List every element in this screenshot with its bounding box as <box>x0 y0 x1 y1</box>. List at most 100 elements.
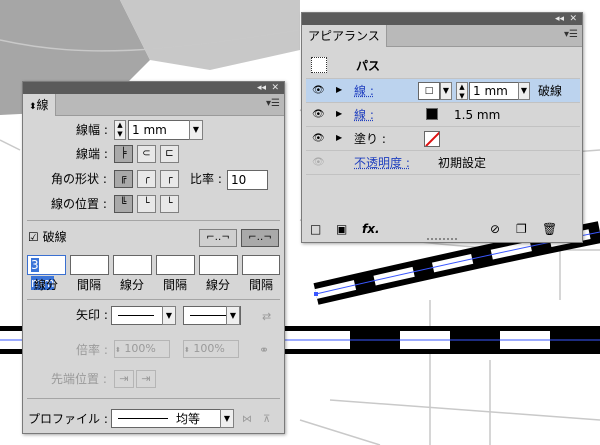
stroke-panel: ◂◂ ✕ ⬍線 ▾☰ 線幅 : ▲ ▼ 1 mm ▼ 線端 : ╞ ⊂ ⊏ 角の形… <box>22 81 285 434</box>
separator <box>27 398 280 399</box>
eye-icon[interactable]: 👁 <box>312 133 325 144</box>
projecting-cap-button[interactable]: ⊏ <box>160 145 179 163</box>
add-stroke-icon[interactable]: □ <box>310 221 321 237</box>
add-fill-icon[interactable]: ▣ <box>336 221 347 237</box>
appearance-header-row[interactable]: パス <box>306 53 580 79</box>
stroke-1-weight-stepper[interactable]: ▲ ▼ <box>456 82 468 100</box>
start-arrow-dropdown[interactable]: ▼ <box>162 306 176 325</box>
gap-label-2: 間隔 <box>163 278 188 292</box>
profile-select[interactable]: 均等 <box>111 409 231 428</box>
preserve-dash-button[interactable]: ⌐‥¬ <box>199 229 237 247</box>
eye-icon[interactable]: 👁 <box>312 109 325 120</box>
dash-label-3: 線分 <box>206 278 231 292</box>
limit-input[interactable]: 10 <box>227 170 268 190</box>
bevel-join-button[interactable]: ┌ <box>160 170 179 188</box>
separator <box>27 299 280 300</box>
profile-dropdown[interactable]: ▼ <box>220 409 234 428</box>
collapse-icon[interactable]: ◂◂ <box>555 13 564 25</box>
flip-vertical-icon[interactable]: ⊼ <box>263 412 270 428</box>
stroke-color-swatch[interactable]: □ <box>418 82 440 100</box>
start-scale-input[interactable]: ⬍ 100% <box>114 340 170 358</box>
opacity-value: 初期設定 <box>438 156 487 170</box>
link-scale-icon[interactable]: ⚭ <box>259 342 269 358</box>
tab-appearance[interactable]: アピアランス <box>302 25 387 47</box>
appearance-row-stroke-2[interactable]: 👁 ▶ 線 : 1.5 mm <box>306 103 580 127</box>
line-icon <box>118 315 154 316</box>
duplicate-item-icon[interactable]: ❐ <box>516 221 527 237</box>
gap-label-1: 間隔 <box>77 278 102 292</box>
stroke-1-label[interactable]: 線 : <box>354 83 374 99</box>
weight-stepper[interactable]: ▲ ▼ <box>114 120 126 140</box>
tab-arrows-icon: ⬍ <box>29 102 37 112</box>
align-dash-button[interactable]: ⌐‥¬ <box>241 229 279 247</box>
trash-icon[interactable]: 🗑 <box>542 221 557 237</box>
dash-field-2[interactable] <box>113 255 152 275</box>
end-arrow-dropdown[interactable]: ▼ <box>226 306 240 325</box>
stroke-panel-titlebar[interactable]: ◂◂ ✕ <box>23 82 284 94</box>
gap-field-1[interactable] <box>70 255 109 275</box>
anchor-point <box>314 292 318 296</box>
close-icon[interactable]: ✕ <box>271 82 279 94</box>
profile-value: 均等 <box>176 412 201 426</box>
align-center-button[interactable]: ╚ <box>114 195 133 213</box>
appearance-row-stroke-1[interactable]: 👁 ▶ 線 : □ ▼ ▲ ▼ 1 mm ▼ 破線 <box>306 79 580 103</box>
panel-menu-icon[interactable]: ▾☰ <box>564 29 578 40</box>
close-icon[interactable]: ✕ <box>569 13 577 25</box>
round-cap-button[interactable]: ⊂ <box>137 145 156 163</box>
tab-appearance-label: アピアランス <box>308 29 380 43</box>
stroke-1-weight-dropdown[interactable]: ▼ <box>518 82 530 100</box>
align-outside-button[interactable]: └ <box>160 195 179 213</box>
disclosure-triangle-icon[interactable]: ▶ <box>336 133 342 142</box>
gap-field-3[interactable] <box>242 255 280 275</box>
butt-cap-button[interactable]: ╞ <box>114 145 133 163</box>
arrow-tip-place-button[interactable]: ⇥ <box>136 370 156 388</box>
swap-arrows-icon[interactable]: ⇄ <box>262 309 271 325</box>
opacity-label[interactable]: 不透明度 : <box>354 155 410 171</box>
limit-label: 比率 : <box>190 172 222 186</box>
disclosure-triangle-icon[interactable]: ▶ <box>336 85 342 94</box>
stroke-2-color-swatch[interactable] <box>426 108 438 120</box>
dashed-checkbox[interactable]: ☑ 破線 <box>28 229 67 245</box>
stroke-2-label[interactable]: 線 : <box>354 107 374 123</box>
panel-menu-icon[interactable]: ▾☰ <box>266 98 280 109</box>
fill-label[interactable]: 塗り : <box>354 131 386 147</box>
tab-stroke[interactable]: ⬍線 <box>23 94 56 116</box>
weight-input[interactable]: 1 mm <box>128 120 194 140</box>
disclosure-triangle-icon[interactable]: ▶ <box>336 109 342 118</box>
stroke-color-dropdown[interactable]: ▼ <box>440 82 452 100</box>
weight-dropdown[interactable]: ▼ <box>189 120 203 140</box>
dash-label-1: 線分 <box>34 278 59 292</box>
none-slash-icon <box>425 132 439 146</box>
stroke-1-weight-input[interactable]: 1 mm <box>469 82 519 100</box>
eye-icon[interactable]: 👁 <box>312 157 325 168</box>
stepper-icon: ⬍ <box>115 346 121 354</box>
line-icon <box>118 418 168 419</box>
line-icon <box>190 315 226 316</box>
end-scale-input[interactable]: ⬍ 100% <box>183 340 239 358</box>
arrow-tip-extend-button[interactable]: ⇥ <box>114 370 134 388</box>
appearance-row-opacity[interactable]: 👁 不透明度 : 初期設定 <box>306 151 580 175</box>
weight-label: 線幅 : <box>76 123 108 137</box>
dash-field-3[interactable] <box>199 255 238 275</box>
align-inside-button[interactable]: └ <box>137 195 156 213</box>
collapse-icon[interactable]: ◂◂ <box>257 82 266 94</box>
appearance-panel-titlebar[interactable]: ◂◂ ✕ <box>302 13 582 25</box>
gap-field-2[interactable] <box>156 255 195 275</box>
fill-none-swatch[interactable] <box>424 131 440 147</box>
appearance-panel: ◂◂ ✕ アピアランス ▾☰ パス 👁 ▶ 線 : □ ▼ ▲ ▼ 1 mm ▼ … <box>301 12 583 243</box>
scale-label: 倍率 : <box>76 343 108 357</box>
profile-label: プロファイル : <box>28 412 108 426</box>
fx-menu-button[interactable]: fx. <box>362 221 380 237</box>
dash-field-1[interactable]: 3 mm <box>27 255 66 290</box>
stroke-panel-tabrow: ⬍線 ▾☰ <box>23 94 284 116</box>
eye-icon[interactable]: 👁 <box>312 85 325 96</box>
round-join-button[interactable]: ╭ <box>137 170 156 188</box>
appearance-row-fill[interactable]: 👁 ▶ 塗り : <box>306 127 580 151</box>
resize-grip[interactable] <box>427 238 457 241</box>
checkbox-checked-icon: ☑ <box>28 230 43 244</box>
flip-horizontal-icon[interactable]: ⋈ <box>242 412 252 428</box>
separator <box>27 220 280 221</box>
stroke-2-weight: 1.5 mm <box>454 108 501 122</box>
clear-appearance-icon[interactable]: ⊘ <box>490 221 500 237</box>
miter-join-button[interactable]: ╔ <box>114 170 133 188</box>
